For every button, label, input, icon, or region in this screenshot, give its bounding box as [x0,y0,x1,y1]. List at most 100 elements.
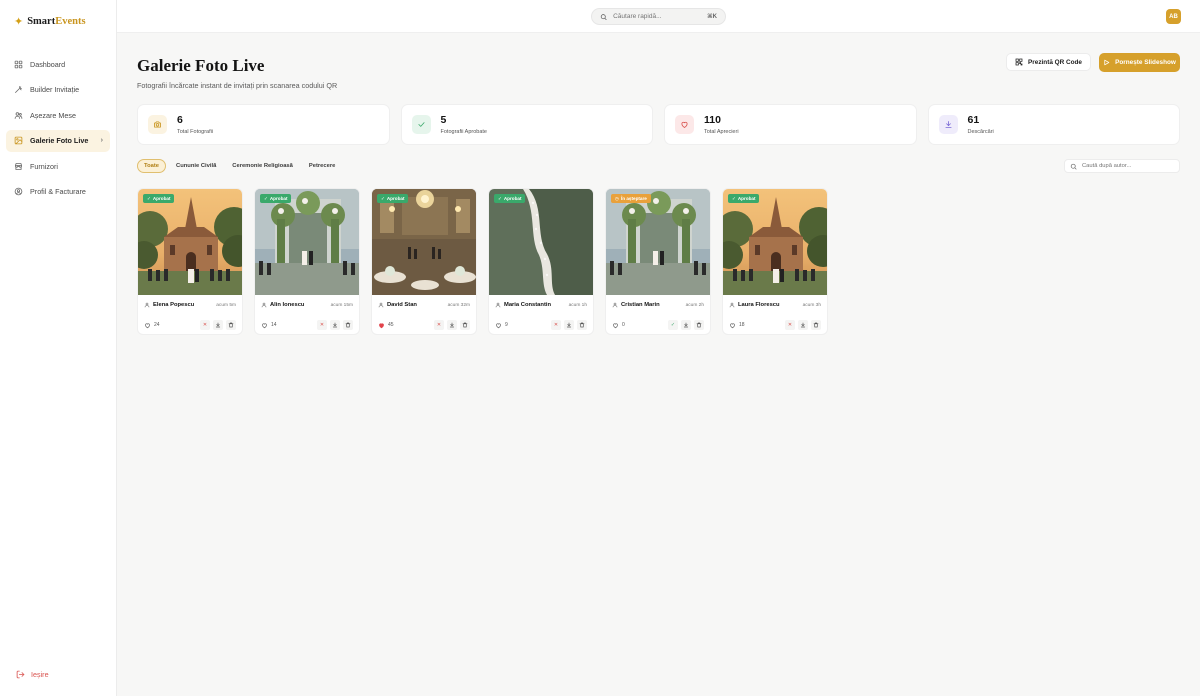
close-icon: ✕ [436,322,442,328]
filter-chip[interactable]: Petrecere [303,159,341,173]
download-button[interactable] [447,320,457,330]
show-qr-button[interactable]: Prezintă QR Code [1006,53,1091,71]
camera-icon [148,115,167,134]
qr-code-icon [1015,58,1023,66]
sidebar-item-label: Profil & Facturare [30,187,86,196]
photo-author: Cristian Marin acum 2h [612,302,704,308]
check-icon: ✓ [498,195,502,201]
close-icon: ✕ [553,322,559,328]
like-button[interactable]: 18 [729,322,782,329]
like-button[interactable]: 24 [144,322,197,329]
download-button[interactable] [330,320,340,330]
photo-author: Elena Popescu acum 5m [144,302,236,308]
stat-label: Total Fotografii [177,129,214,135]
delete-button[interactable] [694,320,704,330]
like-button[interactable]: 45 [378,322,431,329]
trash-icon [462,322,468,328]
heart-icon [675,115,694,134]
stat-card: 61 Descărcări [927,104,1180,145]
approve-button[interactable]: ✓ [668,320,678,330]
user-icon [378,302,384,308]
author-name: Cristian Marin [621,302,660,308]
sidebar-item-label: Builder Invitație [30,85,80,94]
upload-time: acum 32m [447,302,470,308]
quick-search-input[interactable] [613,13,702,20]
reject-button[interactable]: ✕ [785,320,795,330]
delete-button[interactable] [226,320,236,330]
author-search-input[interactable] [1082,163,1172,169]
photo-thumbnail[interactable]: ✓ Aprobat [138,189,242,295]
delete-button[interactable] [811,320,821,330]
upload-time: acum 3h [802,302,821,308]
photo-card[interactable]: ✓ Aprobat Laura Florescu acum 3h 18 ✕ [722,188,828,335]
upload-time: acum 5m [216,302,236,308]
stat-card: 5 Fotografii Aprobate [400,104,653,145]
like-button[interactable]: 9 [495,322,548,329]
stat-card: 110 Total Aprecieri [664,104,917,145]
filter-chip[interactable]: Toate [137,159,167,173]
sidebar-item-a-ezare-mese[interactable]: Așezare Mese [6,104,110,126]
download-button[interactable] [564,320,574,330]
photo-card[interactable]: ✓ Aprobat Elena Popescu acum 5m 24 ✕ [137,188,243,335]
avatar[interactable]: AB [1166,9,1181,24]
sidebar-item-label: Dashboard [30,59,66,69]
reject-button[interactable]: ✕ [551,320,561,330]
photo-thumbnail[interactable]: ✓ Aprobat [489,189,593,295]
photo-card[interactable]: ✓ Aprobat David Stan acum 32m 45 ✕ [371,188,477,335]
reject-button[interactable]: ✕ [317,320,327,330]
topbar: ⌘K AB [117,0,1200,33]
photo-card[interactable]: ✓ Aprobat Maria Constantin acum 1h 9 ✕ [488,188,594,335]
delete-button[interactable] [577,320,587,330]
page-title: Galerie Foto Live [137,56,265,75]
check-icon [411,115,431,134]
sidebar-item-label: Așezare Mese [30,110,76,120]
brand-logo[interactable]: ✦ SmartEvents [0,0,116,42]
photo-thumbnail[interactable]: ✓ Aprobat [723,189,827,295]
download-button[interactable] [798,320,808,330]
sidebar-item-profil-facturare[interactable]: Profil & Facturare [6,181,110,203]
photo-thumbnail[interactable]: ✓ Aprobat [372,189,476,295]
sidebar-item-galerie-foto-live[interactable]: Galerie Foto Live › [6,129,110,152]
trash-icon [579,322,585,328]
download-icon [566,322,572,328]
play-icon [1104,59,1110,66]
download-button[interactable] [681,320,691,330]
close-icon: ✕ [787,322,793,328]
reject-button[interactable]: ✕ [200,320,210,330]
user-icon [261,302,267,308]
logout-button[interactable]: Ieșire [16,670,49,679]
delete-button[interactable] [460,320,470,330]
filter-chip[interactable]: Cununie Civilă [170,159,222,173]
users-icon [13,110,23,120]
photo-thumbnail[interactable]: ✓ Aprobat [255,189,359,295]
photo-card[interactable]: ✓ Aprobat Alin Ionescu acum 15m 14 ✕ [254,188,360,335]
logout-icon [16,670,25,679]
reject-button[interactable]: ✕ [434,320,444,330]
filter-chip[interactable]: Ceremonie Religioasă [226,159,299,173]
delete-button[interactable] [343,320,353,330]
download-button[interactable] [213,320,223,330]
sidebar-item-builder-invita-ie[interactable]: Builder Invitație [6,79,110,101]
status-badge: ✓ Aprobat [728,194,760,203]
quick-search[interactable]: ⌘K [591,8,726,25]
trash-icon [228,322,234,328]
stat-value: 5 [440,114,447,126]
heart-icon [730,322,735,328]
star-icon: ✦ [14,15,24,28]
like-button[interactable]: 0 [612,322,665,329]
author-search[interactable] [1064,159,1180,173]
heart-icon [145,322,150,328]
page-subtitle: Fotografii încărcate instant de invitați… [137,81,338,90]
like-button[interactable]: 14 [261,322,314,329]
sidebar-item-dashboard[interactable]: Dashboard [6,53,110,75]
download-icon [800,322,806,328]
image-icon [13,136,23,146]
photo-actions: 18 ✕ [729,320,821,330]
status-badge: ✓ Aprobat [143,194,175,203]
user-icon [729,302,735,308]
start-slideshow-button[interactable]: Pornește Slideshow [1099,53,1180,72]
sidebar-item-furnizori[interactable]: Furnizori [6,155,110,177]
photo-card[interactable]: ◷ În așteptare Cristian Marin acum 2h 0 … [605,188,711,335]
heart-icon [262,322,267,328]
photo-thumbnail[interactable]: ◷ În așteptare [606,189,710,295]
